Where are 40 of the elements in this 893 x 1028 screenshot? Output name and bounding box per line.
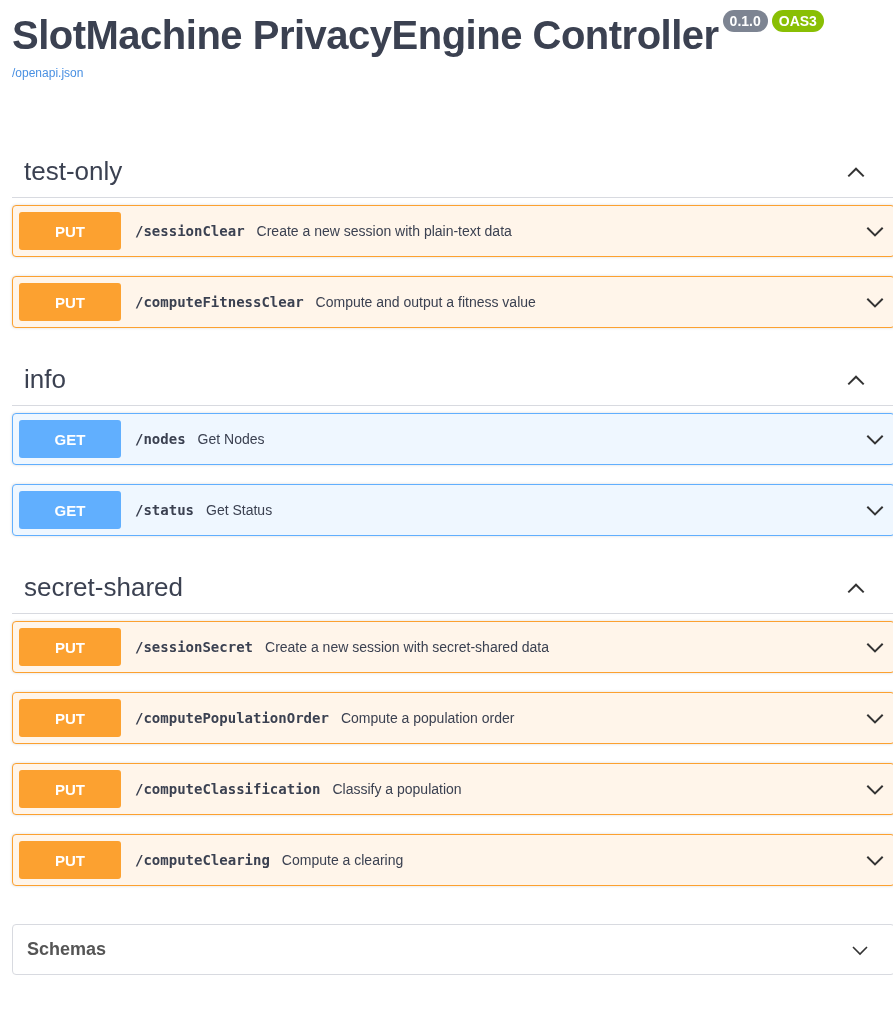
operation-row[interactable]: PUT /computeFitnessClear Compute and output a fitness value <box>12 276 893 328</box>
operation-row[interactable]: PUT /computePopulationOrder Compute a population order <box>12 692 893 744</box>
version-badge: 0.1.0 <box>722 10 768 32</box>
endpoint-path: /sessionSecret <box>135 639 253 655</box>
tag-header[interactable]: info <box>12 354 893 406</box>
operation-row[interactable]: GET /nodes Get Nodes <box>12 413 893 465</box>
endpoint-path: /computePopulationOrder <box>135 710 329 726</box>
tag-header[interactable]: test-only <box>12 146 893 198</box>
endpoint-path: /status <box>135 502 194 518</box>
operation-row[interactable]: PUT /computeClassification Classify a population <box>12 763 893 815</box>
method-badge: PUT <box>19 283 121 321</box>
schemas-panel[interactable]: Schemas <box>12 924 893 975</box>
operation-row[interactable]: PUT /sessionClear Create a new session with plain-text data <box>12 205 893 257</box>
method-badge: PUT <box>19 770 121 808</box>
method-badge: PUT <box>19 212 121 250</box>
endpoint-path: /computeClassification <box>135 781 321 797</box>
endpoint-path: /computeFitnessClear <box>135 294 304 310</box>
endpoint-summary: Compute and output a fitness value <box>315 294 537 310</box>
api-title: SlotMachine PrivacyEngine Controller <box>12 12 719 59</box>
endpoint-summary: Create a new session with secret-shared data <box>265 639 551 655</box>
operation-row[interactable]: PUT /computeClearing Compute a clearing <box>12 834 893 886</box>
endpoint-path: /computeClearing <box>135 852 270 868</box>
schemas-label: Schemas <box>27 939 107 960</box>
spec-badge: OAS3 <box>771 10 824 32</box>
endpoint-summary: Create a new session with plain-text data <box>256 223 513 239</box>
method-badge: PUT <box>19 841 121 879</box>
method-badge: GET <box>19 420 121 458</box>
endpoint-path: /sessionClear <box>135 223 245 239</box>
endpoint-summary: Compute a population order <box>340 710 516 726</box>
tag-header[interactable]: secret-shared <box>12 562 893 614</box>
operation-row[interactable]: PUT /sessionSecret Create a new session with secret-shared data <box>12 621 893 673</box>
endpoint-summary: Get Nodes <box>197 431 266 447</box>
endpoint-summary: Compute a clearing <box>281 852 405 868</box>
method-badge: PUT <box>19 699 121 737</box>
method-badge: GET <box>19 491 121 529</box>
operation-row[interactable]: GET /status Get Status <box>12 484 893 536</box>
endpoint-summary: Get Status <box>206 502 274 518</box>
endpoint-path: /nodes <box>135 431 186 447</box>
method-badge: PUT <box>19 628 121 666</box>
endpoint-summary: Classify a population <box>332 781 463 797</box>
